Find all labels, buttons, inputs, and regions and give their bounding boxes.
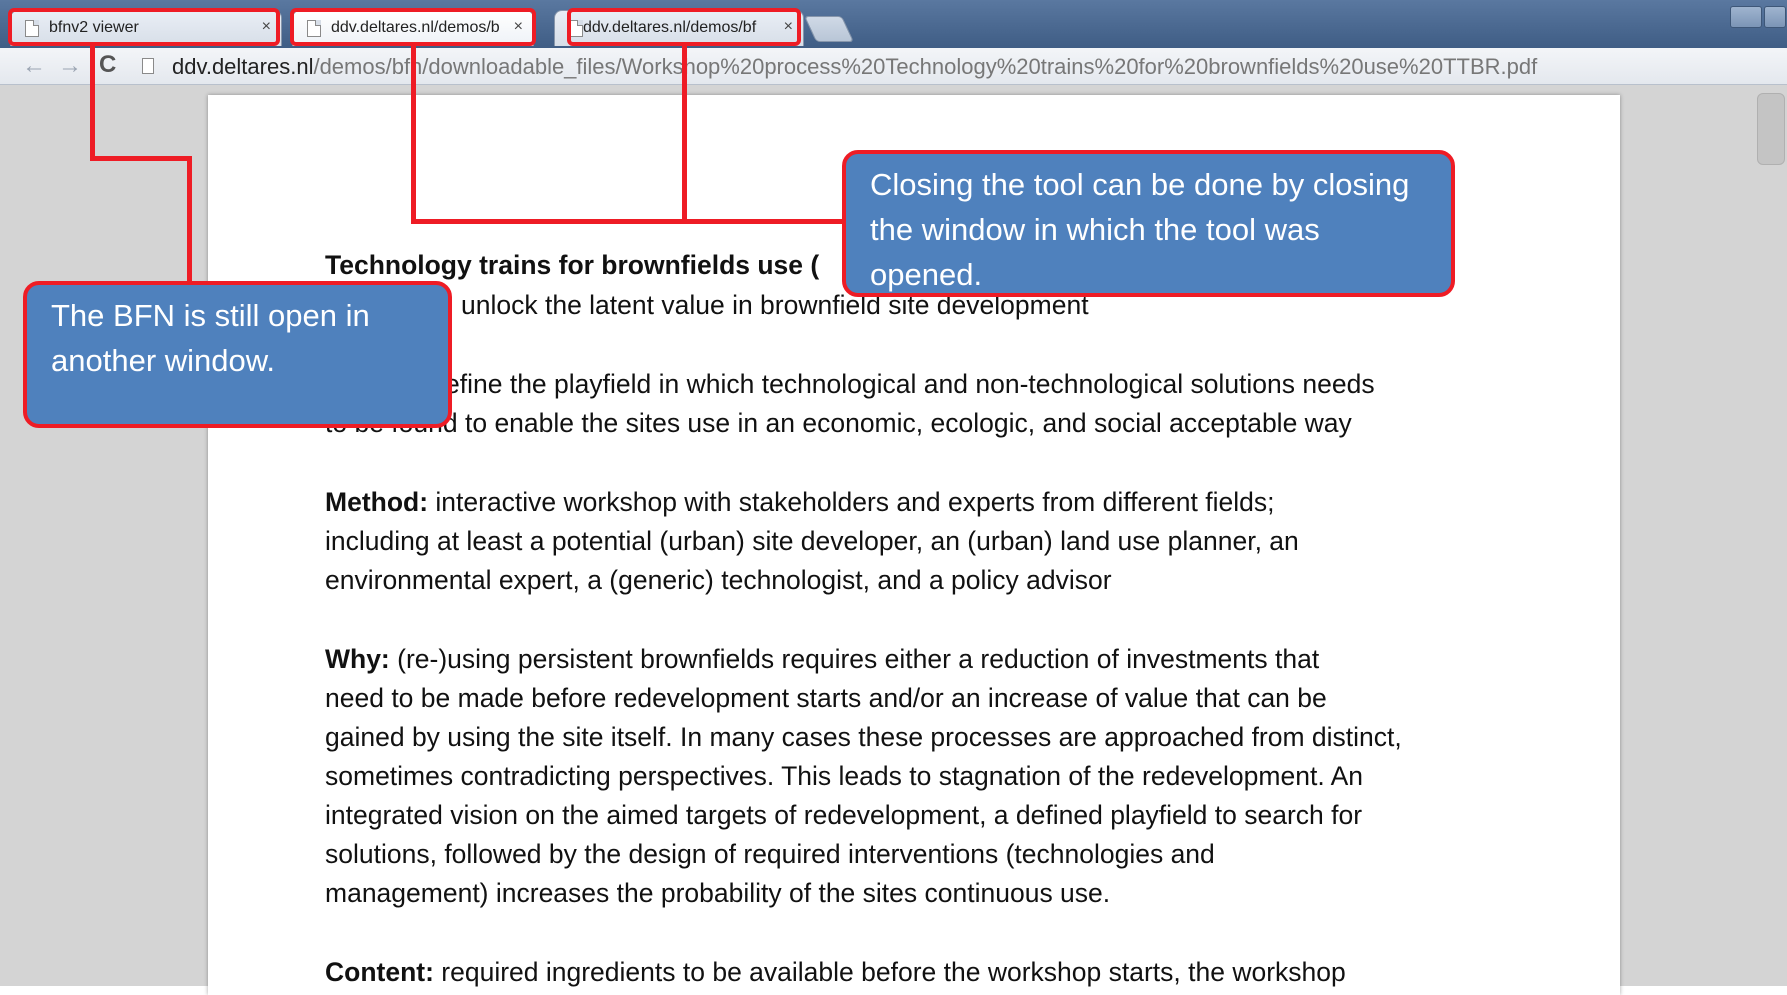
content-label: Content:: [325, 957, 434, 987]
tab-highlight-box: [567, 8, 801, 46]
page-icon: [142, 58, 154, 74]
scrollbar-thumb[interactable]: [1757, 93, 1785, 165]
why-line: gained by using the site itself. In many…: [325, 722, 1402, 752]
why-line: integrated vision on the aimed targets o…: [325, 800, 1363, 830]
why-line: need to be made before redevelopment sta…: [325, 683, 1327, 713]
minimize-window-button[interactable]: [1730, 6, 1762, 28]
forward-arrow-icon[interactable]: →: [58, 52, 82, 80]
why-line: management) increases the probability of…: [325, 878, 1111, 908]
url-path: /demos/bfn/downloadable_files/Workshop%2…: [313, 54, 1538, 79]
tab-highlight-box: [8, 8, 280, 46]
method-line: environmental expert, a (generic) techno…: [325, 565, 1112, 595]
callout-bfn-open: The BFN is still open in another window.: [23, 281, 452, 428]
goal-line: to be found to enable the sites use in a…: [325, 408, 1352, 438]
why-line: sometimes contradicting perspectives. Th…: [325, 761, 1364, 791]
connector-line: [411, 219, 846, 224]
why-line: solutions, followed by the design of req…: [325, 839, 1215, 869]
new-tab-button[interactable]: [803, 16, 855, 42]
back-arrow-icon[interactable]: ←: [22, 52, 46, 80]
why-paragraph: Why: (re-)using persistent brownfields r…: [325, 644, 1320, 674]
goal-line: efine the playfield in which technologic…: [445, 369, 1375, 399]
url-host: ddv.deltares.nl: [172, 54, 314, 79]
why-label: Why:: [325, 644, 390, 674]
tab-highlight-box: [290, 8, 536, 46]
method-label: Method:: [325, 487, 429, 517]
connector-line: [90, 46, 95, 158]
maximize-window-button[interactable]: [1764, 6, 1786, 28]
reload-icon[interactable]: C: [99, 51, 116, 79]
content-paragraph: Content: required ingredients to be avai…: [325, 957, 1346, 987]
connector-line: [187, 156, 192, 284]
address-bar[interactable]: ddv.deltares.nl/demos/bfn/downloadable_f…: [172, 54, 1537, 80]
connector-line: [411, 46, 416, 223]
method-line: including at least a potential (urban) s…: [325, 526, 1299, 556]
method-paragraph: Method: interactive workshop with stakeh…: [325, 487, 1275, 517]
connector-line: [90, 156, 190, 161]
connector-line: [682, 46, 687, 223]
browser-toolbar: ← → C ddv.deltares.nl/demos/bfn/download…: [0, 48, 1787, 85]
document-title: Technology trains for brownfields use (: [325, 250, 820, 280]
callout-closing-tool: Closing the tool can be done by closing …: [842, 150, 1455, 297]
